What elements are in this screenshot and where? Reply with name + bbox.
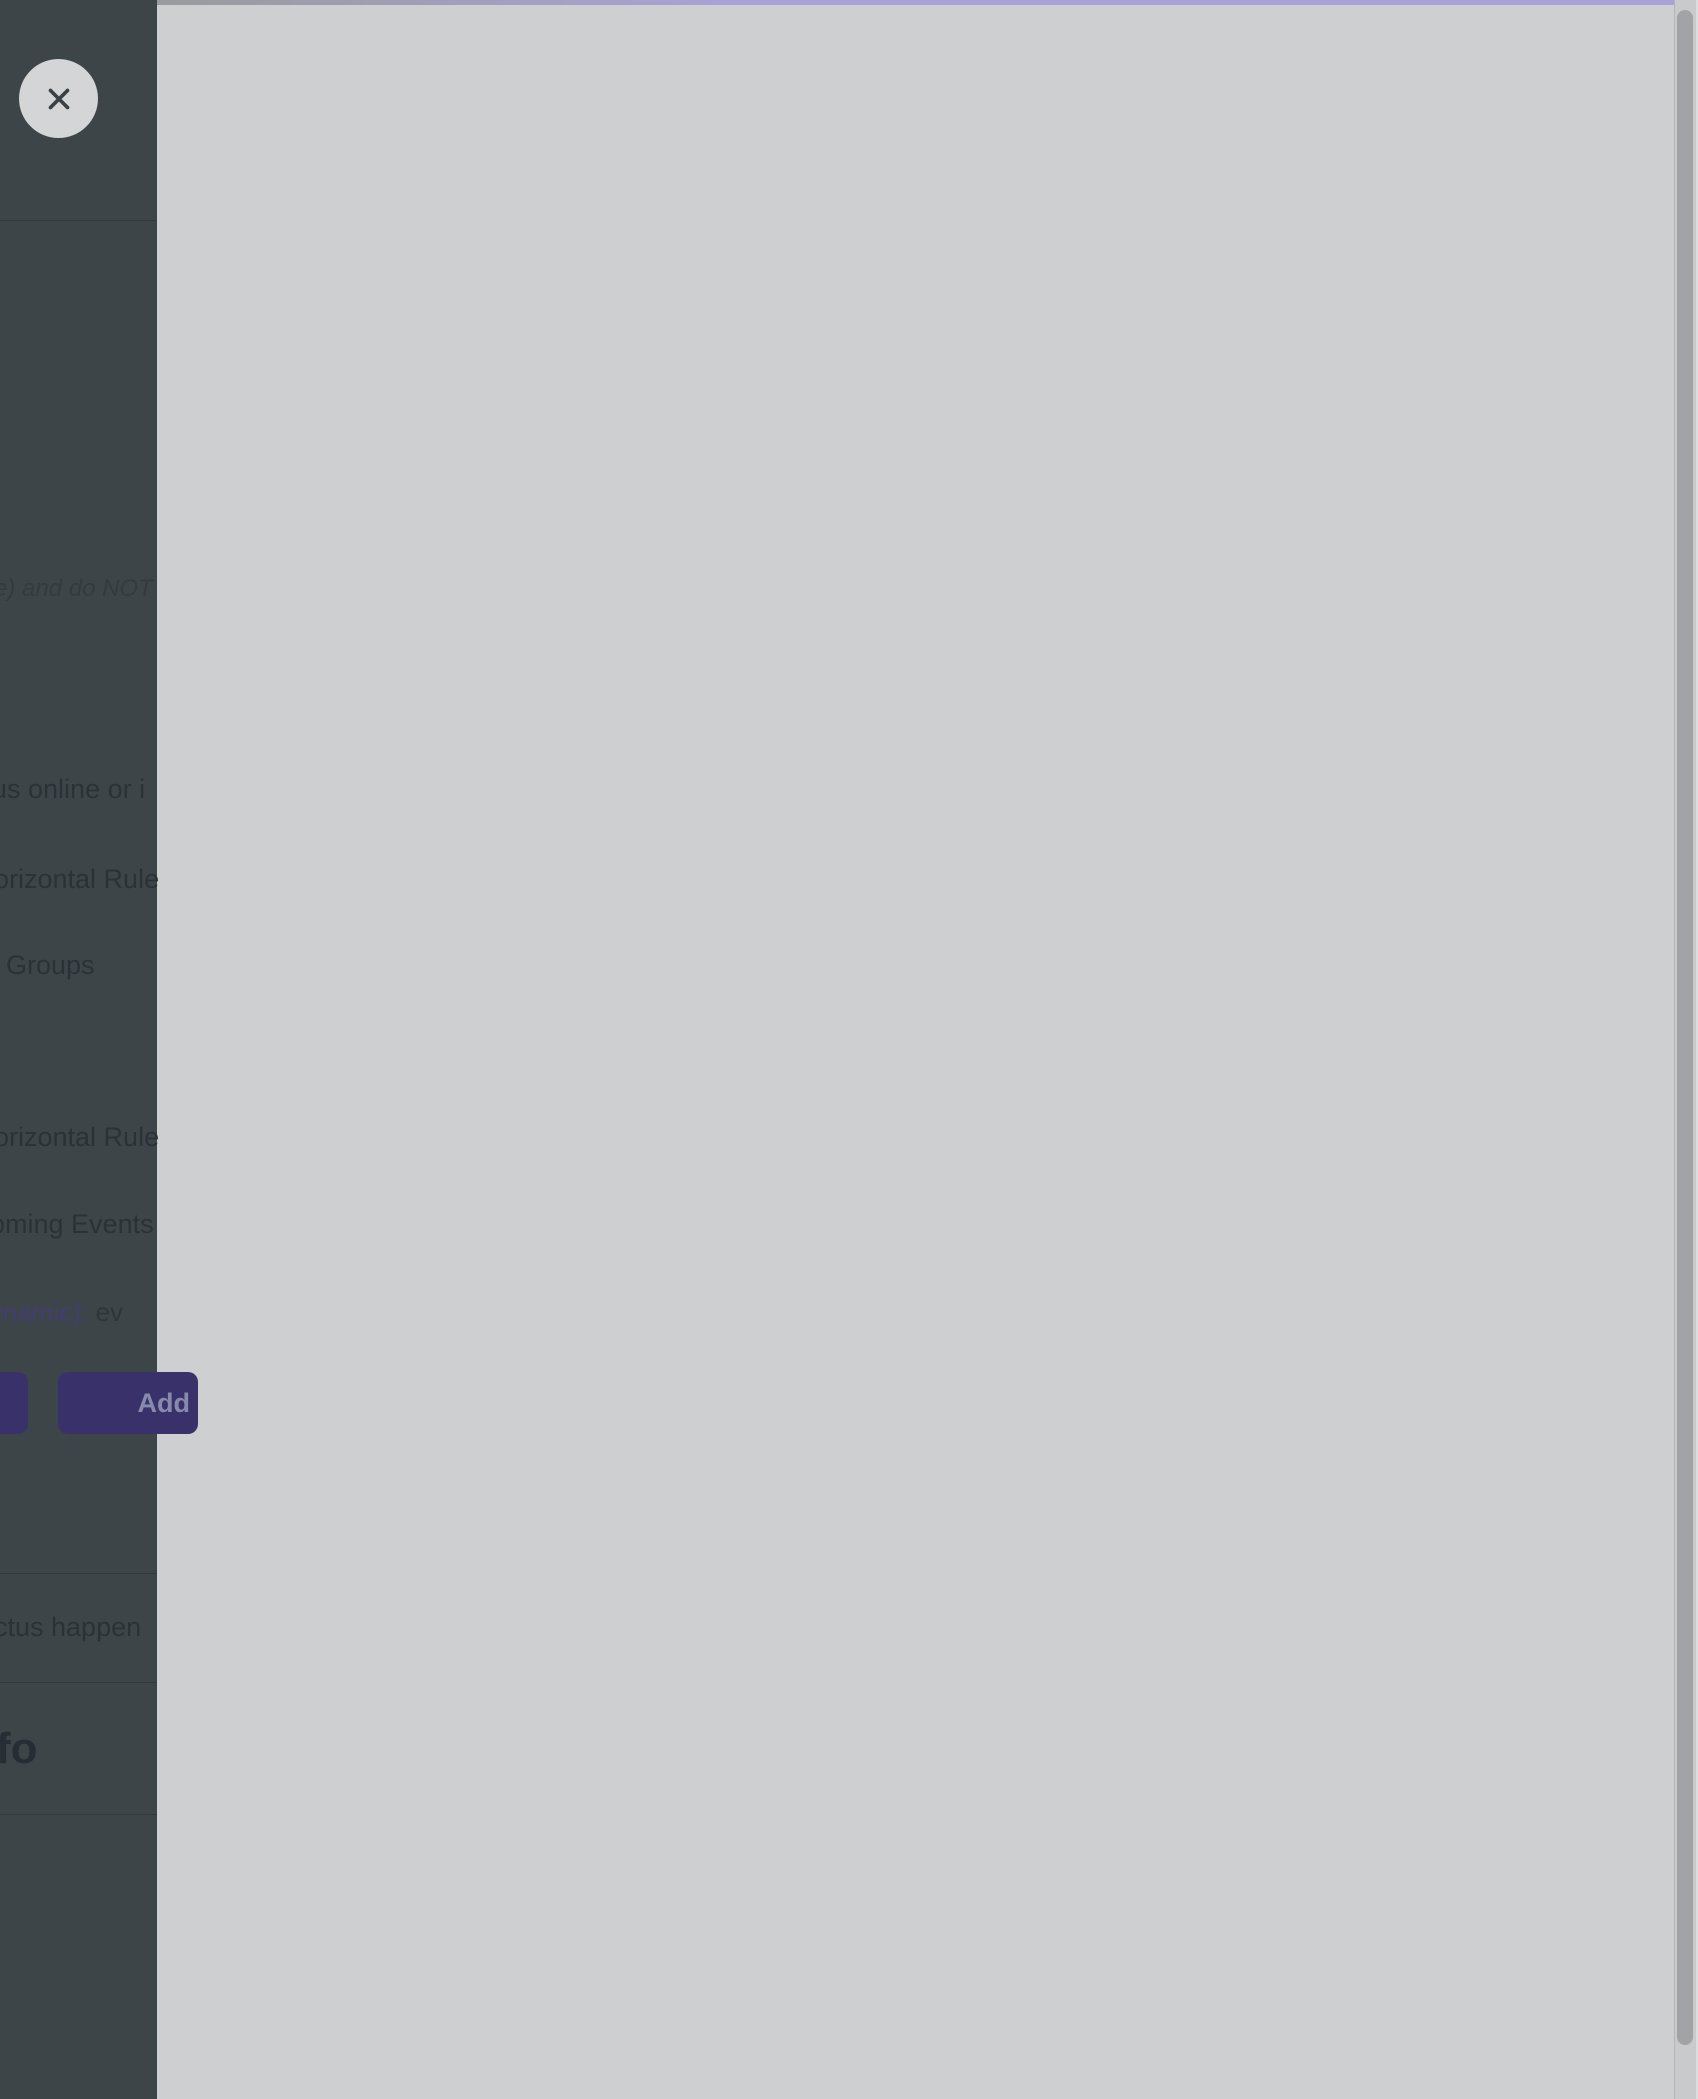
close-icon: [42, 82, 76, 116]
background-text-fragment: oming Events: [0, 1207, 154, 1241]
background-text-fragment: orizontal Rule: [0, 1120, 159, 1154]
background-text-fragment: ynamic): ev: [0, 1295, 123, 1329]
divider: [0, 1814, 157, 1815]
dynamic-label-fragment: ynamic):: [0, 1297, 88, 1327]
background-button[interactable]: [0, 1372, 28, 1434]
divider: [0, 220, 157, 221]
divider: [0, 1682, 157, 1683]
background-text-fragment: e) and do NOT: [0, 572, 153, 606]
divider: [0, 1573, 157, 1574]
dimmed-background-panel: e) and do NOT us online or i orizontal R…: [0, 0, 157, 2099]
background-text-fragment: ctus happen: [0, 1610, 141, 1644]
background-text-fragment: orizontal Rule: [0, 862, 159, 896]
block-editor-modal: [157, 5, 1674, 2099]
scrollbar-thumb[interactable]: [1677, 10, 1693, 2045]
background-page-strip: [157, 0, 1674, 5]
background-text-fragment: us online or i: [0, 772, 145, 806]
screen: e) and do NOT us online or i orizontal R…: [0, 0, 1698, 2099]
add-button-label: Add: [58, 1372, 198, 1434]
value-fragment: ev: [95, 1297, 122, 1327]
close-button[interactable]: [19, 59, 98, 138]
background-heading-fragment: fo: [0, 1732, 38, 1766]
background-text-fragment: Groups: [6, 948, 95, 982]
add-button[interactable]: Add: [58, 1372, 198, 1434]
